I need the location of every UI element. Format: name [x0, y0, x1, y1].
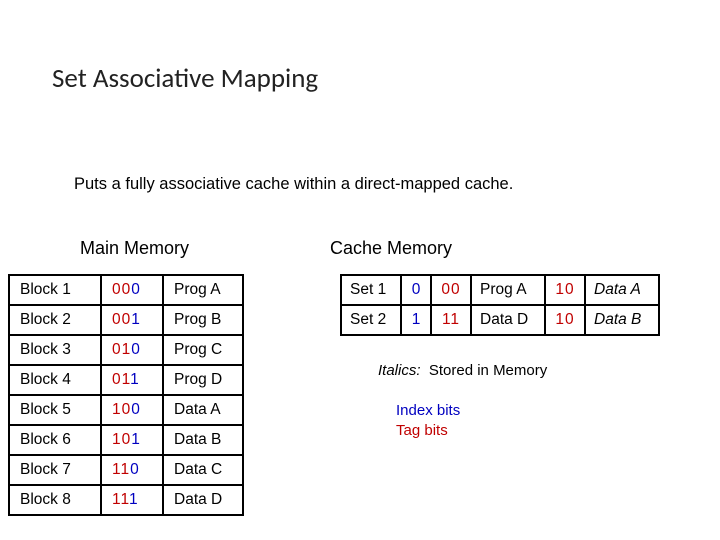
block-data: Data C: [163, 455, 243, 485]
tag-bits: 01: [112, 371, 130, 388]
index-bit: 1: [131, 431, 141, 448]
address-bits: 101: [101, 425, 163, 455]
block-data: Prog B: [163, 305, 243, 335]
way0-data: Prog A: [471, 275, 545, 305]
index-bit: 0: [130, 461, 140, 478]
tag-bits: 10: [112, 431, 131, 448]
way0-tag: 11: [431, 305, 471, 335]
table-row: Set 2111Data D10Data B: [341, 305, 659, 335]
set-label: Set 1: [341, 275, 401, 305]
way0-data: Data D: [471, 305, 545, 335]
address-bits: 010: [101, 335, 163, 365]
set-index: 1: [401, 305, 431, 335]
table-row: Block 3010Prog C: [9, 335, 243, 365]
block-label: Block 5: [9, 395, 101, 425]
address-bits: 011: [101, 365, 163, 395]
way1-tag: 10: [545, 275, 585, 305]
table-row: Block 7110Data C: [9, 455, 243, 485]
legend-tag-bits: Tag bits: [396, 422, 448, 439]
tag-bits: 01: [112, 341, 131, 358]
block-data: Prog A: [163, 275, 243, 305]
table-row: Block 5100Data A: [9, 395, 243, 425]
slide-subtitle: Puts a fully associative cache within a …: [74, 175, 513, 194]
cache-memory-table: Set 1000Prog A10Data ASet 2111Data D10Da…: [340, 274, 660, 336]
way1-tag: 10: [545, 305, 585, 335]
tag-bits: 10: [112, 401, 131, 418]
index-bit: 0: [131, 281, 141, 298]
block-label: Block 2: [9, 305, 101, 335]
address-bits: 000: [101, 275, 163, 305]
block-data: Prog D: [163, 365, 243, 395]
table-row: Block 4011Prog D: [9, 365, 243, 395]
block-label: Block 8: [9, 485, 101, 515]
index-bit: 1: [129, 491, 139, 508]
slide-title: Set Associative Mapping: [52, 62, 318, 95]
way1-data: Data B: [585, 305, 659, 335]
legend-italics-text: Stored in Memory: [429, 362, 547, 379]
index-bit: 0: [131, 341, 141, 358]
table-row: Block 1000Prog A: [9, 275, 243, 305]
index-bit: 0: [131, 401, 141, 418]
block-data: Data D: [163, 485, 243, 515]
block-label: Block 1: [9, 275, 101, 305]
address-bits: 001: [101, 305, 163, 335]
block-label: Block 4: [9, 365, 101, 395]
block-label: Block 6: [9, 425, 101, 455]
tag-bits: 11: [112, 461, 130, 478]
table-row: Block 8111Data D: [9, 485, 243, 515]
legend-index-bits: Index bits: [396, 402, 460, 419]
tag-bits: 11: [112, 491, 129, 508]
index-bit: 1: [130, 371, 140, 388]
way0-tag: 00: [431, 275, 471, 305]
legend-italics: Italics: Stored in Memory: [378, 362, 547, 379]
address-bits: 111: [101, 485, 163, 515]
block-label: Block 7: [9, 455, 101, 485]
table-row: Block 2001Prog B: [9, 305, 243, 335]
main-memory-label: Main Memory: [80, 238, 189, 259]
address-bits: 100: [101, 395, 163, 425]
index-bit: 1: [131, 311, 141, 328]
tag-bits: 00: [112, 281, 131, 298]
table-row: Block 6101Data B: [9, 425, 243, 455]
main-memory-table: Block 1000Prog ABlock 2001Prog BBlock 30…: [8, 274, 244, 516]
table-row: Set 1000Prog A10Data A: [341, 275, 659, 305]
set-label: Set 2: [341, 305, 401, 335]
block-data: Data A: [163, 395, 243, 425]
block-data: Prog C: [163, 335, 243, 365]
address-bits: 110: [101, 455, 163, 485]
legend-italics-label: Italics:: [378, 362, 421, 379]
cache-memory-label: Cache Memory: [330, 238, 452, 259]
set-index: 0: [401, 275, 431, 305]
way1-data: Data A: [585, 275, 659, 305]
tag-bits: 00: [112, 311, 131, 328]
block-label: Block 3: [9, 335, 101, 365]
block-data: Data B: [163, 425, 243, 455]
